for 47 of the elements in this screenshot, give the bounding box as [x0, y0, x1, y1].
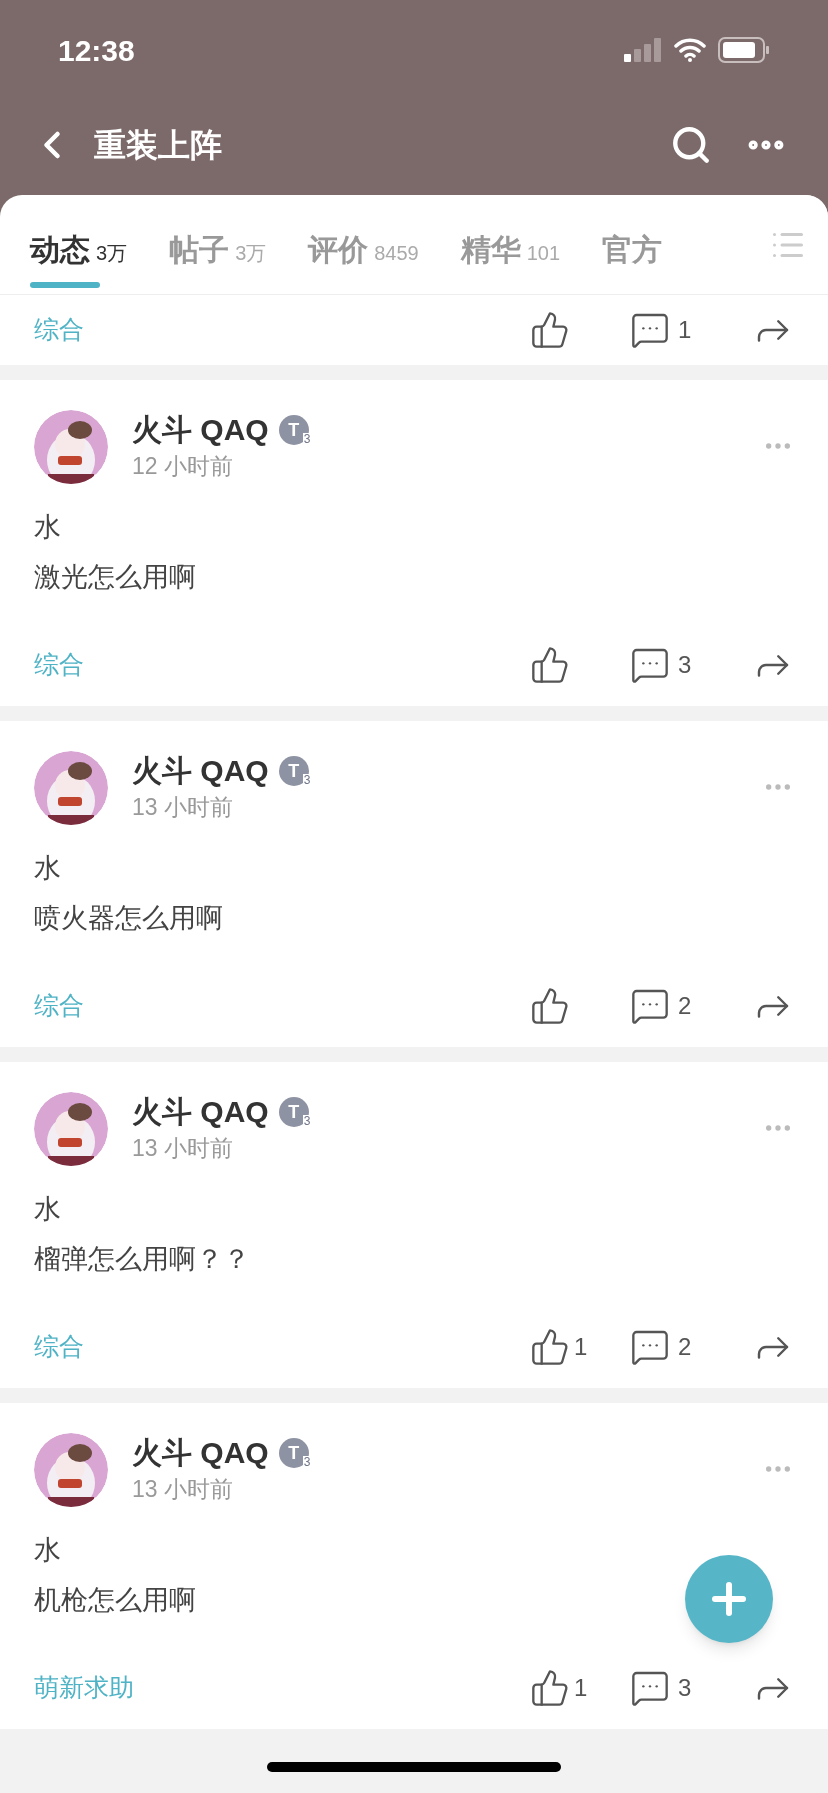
author-name[interactable]: 火斗 QAQ: [132, 1433, 269, 1473]
comment-count: 2: [678, 1332, 692, 1362]
tab[interactable]: 帖子 3万: [169, 195, 267, 294]
battery-icon: [718, 37, 770, 63]
post-time: 13 小时前: [132, 1134, 234, 1163]
level-number: 3: [302, 1456, 312, 1468]
post-text: 榴弹怎么用啊？？: [34, 1243, 250, 1276]
like-count: 1: [574, 1332, 588, 1362]
post-text: 水: [34, 852, 61, 885]
post-text: 激光怎么用啊: [34, 561, 196, 594]
post-text: 机枪怎么用啊: [34, 1584, 196, 1617]
author-name[interactable]: 火斗 QAQ: [132, 751, 269, 791]
like-icon[interactable]: [530, 645, 570, 685]
level-number: 3: [302, 1115, 312, 1127]
level-number: 3: [302, 433, 312, 445]
comment-count: 3: [678, 1673, 692, 1703]
tab[interactable]: 精华 101: [460, 195, 561, 294]
topic-tag[interactable]: 综合: [34, 1328, 530, 1366]
like-icon[interactable]: [530, 986, 570, 1026]
post-text: 水: [34, 511, 61, 544]
like-icon[interactable]: [530, 310, 570, 350]
author-name[interactable]: 火斗 QAQ: [132, 1092, 269, 1132]
signal-icon: [624, 38, 664, 62]
like-count: 1: [574, 1673, 588, 1703]
post-text: 喷火器怎么用啊: [34, 902, 223, 935]
like-icon[interactable]: [530, 1668, 570, 1708]
post-text: 水: [34, 1534, 61, 1567]
post-text: 水: [34, 1193, 61, 1226]
post-time: 13 小时前: [132, 793, 234, 822]
topic-tag[interactable]: 综合: [34, 311, 530, 349]
like-icon[interactable]: [530, 1327, 570, 1367]
topic-tag[interactable]: 综合: [34, 646, 530, 684]
level-number: 3: [302, 774, 312, 786]
post-time: 12 小时前: [132, 452, 234, 481]
comment-count: 2: [678, 991, 692, 1021]
author-name[interactable]: 火斗 QAQ: [132, 410, 269, 450]
comment-count: 3: [678, 650, 692, 680]
topic-tag[interactable]: 综合: [34, 987, 530, 1025]
comment-count: 1: [678, 315, 692, 345]
post-time: 13 小时前: [132, 1475, 234, 1504]
tab[interactable]: 动态 3万: [30, 195, 128, 294]
topic-tag[interactable]: 萌新求助: [34, 1669, 530, 1707]
wifi-icon: [674, 38, 706, 62]
status-time: 12:38: [58, 32, 136, 69]
tab[interactable]: 评价 8459: [308, 195, 419, 294]
page-title: 重装上阵: [94, 125, 223, 165]
tab[interactable]: 官方: [602, 195, 663, 294]
